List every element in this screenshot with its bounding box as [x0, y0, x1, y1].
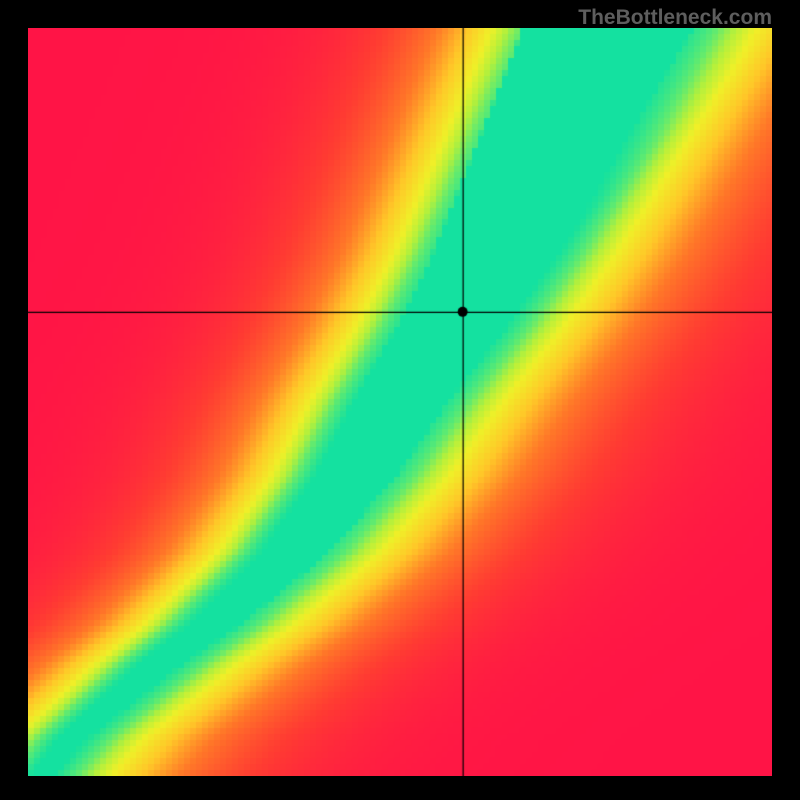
watermark-label: TheBottleneck.com [578, 6, 772, 30]
heatmap-canvas [28, 28, 772, 776]
chart-container: TheBottleneck.com [0, 0, 800, 800]
